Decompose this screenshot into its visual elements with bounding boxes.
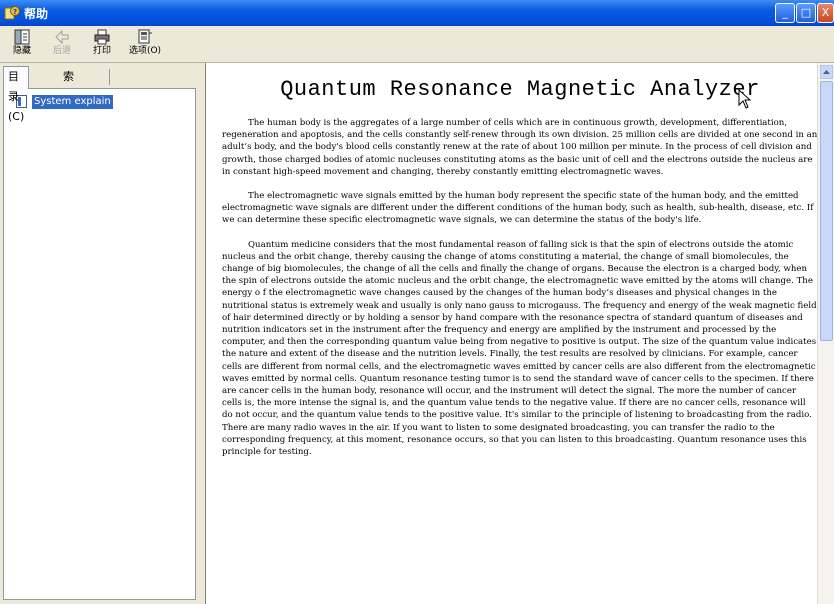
close-button[interactable]: X [817,3,834,23]
hide-label: 隐藏 [12,46,31,56]
paragraph: The electromagnetic wave signals emitted… [222,191,814,226]
topic-content-pane: Quantum Resonance Magnetic Analyzer The … [205,63,817,604]
minimize-button[interactable]: _ [775,3,795,23]
scroll-up-arrow-icon[interactable] [820,65,833,79]
print-icon [94,29,110,45]
svg-text:?: ? [13,8,17,16]
topic-document: Quantum Resonance Magnetic Analyzer The … [222,71,817,470]
scroll-thumb[interactable] [820,81,833,341]
title-bar[interactable]: ? 帮助 _ □ X [0,0,834,26]
print-button[interactable]: 打印 [84,28,120,60]
back-label: 后退 [52,46,71,56]
tab-index[interactable]: 索引(N) [59,67,84,123]
document-title: Quantum Resonance Magnetic Analyzer [280,77,760,102]
back-button[interactable]: 后退 [44,28,80,60]
options-button[interactable]: 选项(O) [124,28,166,60]
hide-button[interactable]: 隐藏 [4,28,40,60]
back-icon [55,29,69,45]
toolbar: 隐藏 后退 打印 选项(O) [0,26,834,63]
minimize-icon: _ [782,6,788,19]
navigation-pane: 目录(C) 索引(N) System explain [0,63,200,604]
options-label: 选项(O) [128,46,162,56]
window-title: 帮助 [24,7,49,21]
options-icon [138,29,152,44]
maximize-icon: □ [800,6,812,19]
print-label: 打印 [92,46,111,56]
tab-divider [109,69,110,85]
hide-icon [14,29,30,45]
maximize-button[interactable]: □ [796,3,816,23]
paragraph: Quantum medicine considers that the most… [222,239,817,458]
help-app-icon: ? [4,6,20,20]
close-icon: X [821,6,830,19]
mouse-cursor-icon [738,89,752,109]
tab-contents[interactable]: 目录(C) [3,66,30,123]
tree-item-label: System explain [32,95,113,109]
contents-tree[interactable]: System explain [3,88,196,600]
vertical-scrollbar[interactable] [817,63,834,604]
paragraph: The human body is the aggregates of a la… [222,118,817,177]
